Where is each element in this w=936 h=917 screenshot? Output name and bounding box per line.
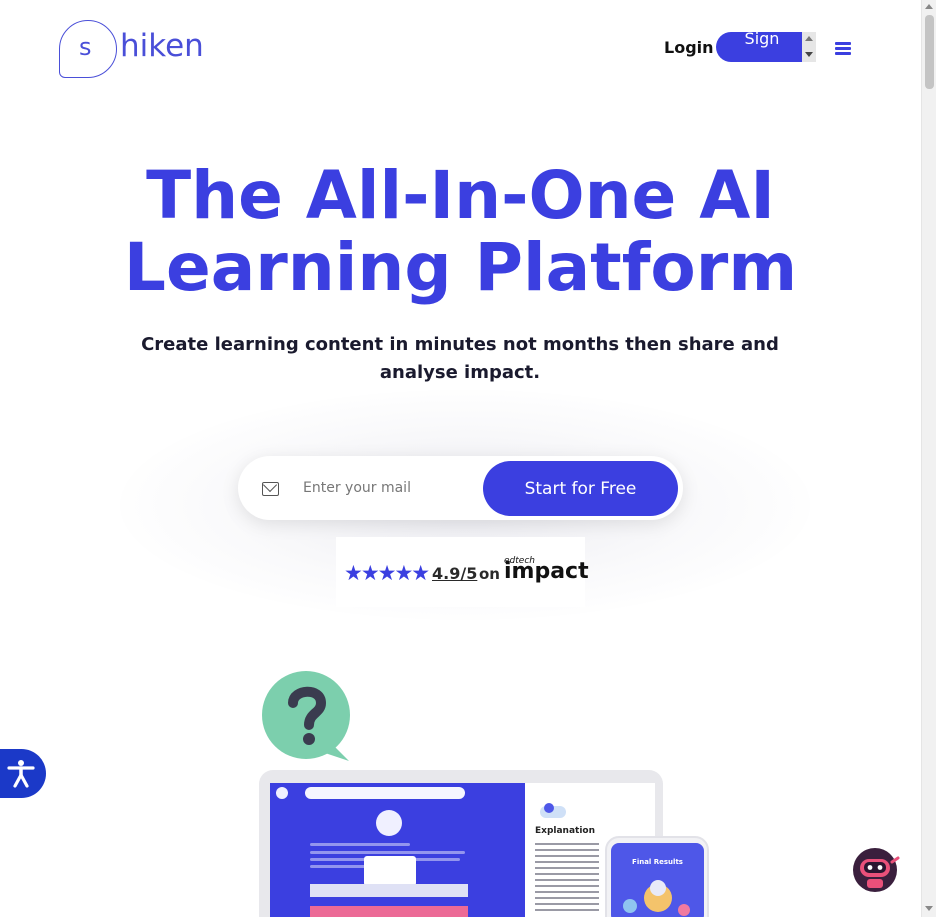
text-line (310, 851, 465, 854)
email-input[interactable] (296, 472, 476, 504)
impact-wordmark: impact (504, 559, 589, 584)
page-scrollbar[interactable] (921, 0, 936, 917)
signup-label: Sign Up (744, 32, 780, 62)
text-line (535, 891, 599, 893)
logo-wordmark: hiken (120, 28, 204, 64)
text-line (310, 865, 370, 868)
text-line (535, 897, 599, 899)
close-circle-icon (376, 810, 402, 836)
hero-subheadline: Create learning content in minutes not m… (141, 334, 779, 383)
text-line (535, 867, 599, 869)
final-results-title: Final Results (632, 858, 683, 866)
text-line (535, 885, 599, 887)
hamburger-menu-icon[interactable] (835, 42, 851, 55)
scrollbar-thumb[interactable] (925, 15, 934, 89)
login-link[interactable]: Login (664, 38, 714, 57)
chatbot-launcher-icon[interactable] (852, 848, 900, 894)
rating-score: 4.9/5 (432, 564, 478, 583)
shiken-logo[interactable]: s hiken (59, 20, 219, 80)
question-mark-bubble-icon (262, 671, 350, 761)
text-line (535, 903, 599, 905)
scrollbar-down-arrow-icon[interactable] (925, 906, 933, 911)
answer-row (310, 884, 468, 897)
rating-on-text: on (479, 565, 500, 583)
scroll-up-arrow-icon[interactable] (805, 36, 813, 41)
accessibility-icon (7, 760, 35, 788)
hero-headline: The All-In-One AI Learning Platform (123, 157, 798, 306)
accessibility-button[interactable] (0, 749, 46, 798)
text-line (535, 855, 599, 857)
mail-icon (262, 482, 279, 496)
explanation-title: Explanation (535, 826, 596, 836)
close-icon (276, 787, 288, 799)
signup-button[interactable]: Sign Up (716, 32, 802, 62)
answer-popup (364, 856, 416, 886)
signup-area: Sign Up (716, 32, 816, 62)
text-line (535, 873, 599, 875)
logo-letter: s (79, 33, 92, 61)
text-line (535, 861, 599, 863)
text-line (535, 909, 599, 911)
edtech-impact-rating-badge[interactable]: ★★★★★ 4.9/5 on edtech impact (336, 537, 589, 607)
question-bar (305, 787, 465, 799)
signup-scrollbar[interactable] (802, 32, 816, 62)
text-line (310, 843, 410, 846)
robot-icon (540, 803, 566, 818)
text-line (535, 843, 599, 845)
text-line (535, 849, 599, 851)
scroll-down-arrow-icon[interactable] (805, 52, 813, 57)
start-for-free-button[interactable]: Start for Free (483, 461, 678, 516)
results-characters-icon (623, 880, 690, 916)
text-line (535, 879, 599, 881)
rating-stars: ★★★★★ (344, 561, 430, 585)
answer-row-highlight (310, 906, 468, 917)
scrollbar-up-arrow-icon[interactable] (925, 4, 933, 9)
